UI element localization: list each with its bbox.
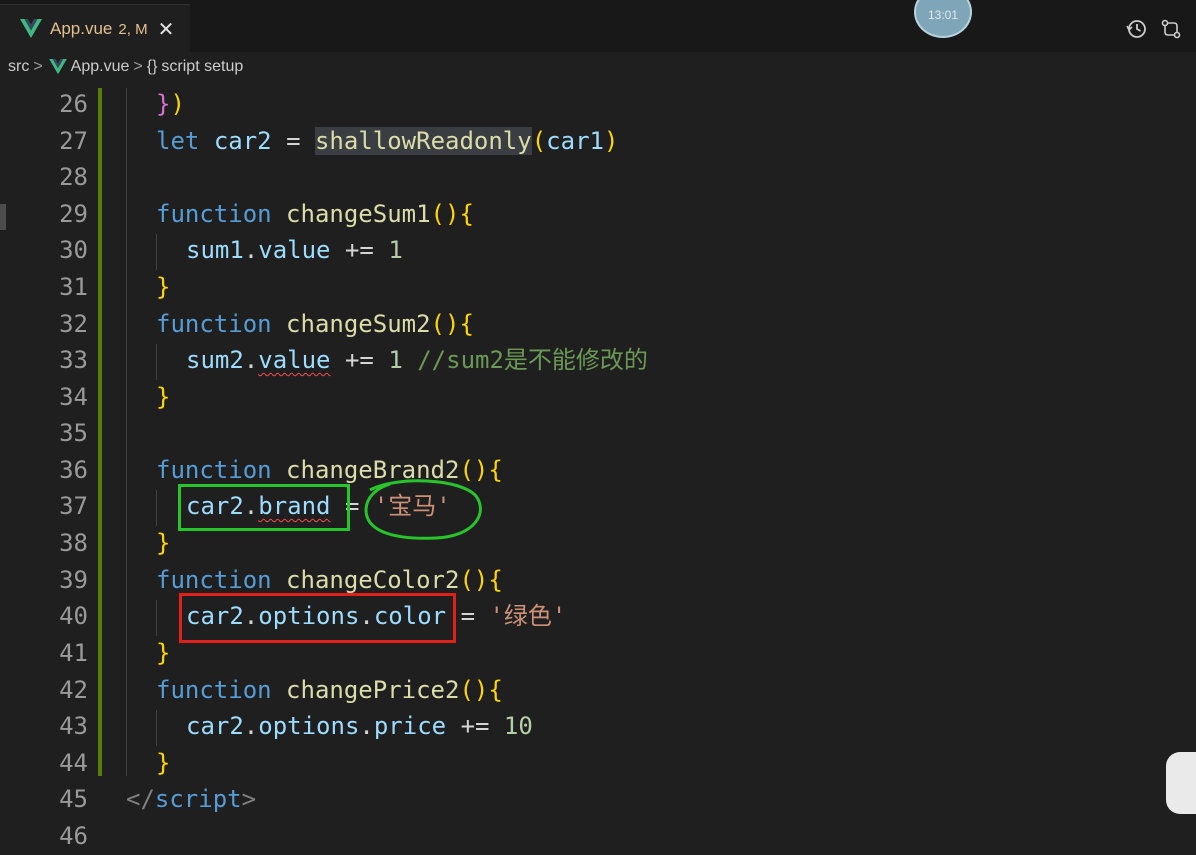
line-number: 40 (59, 602, 88, 630)
avatar-time: 13:01 (927, 8, 959, 22)
line-number: 26 (59, 90, 88, 118)
line-number: 35 (59, 419, 88, 447)
line-number: 34 (59, 383, 88, 411)
code-text: } (156, 749, 171, 777)
code-line: 43 car2.options.price += 10 (0, 708, 1196, 745)
line-number: 46 (59, 822, 88, 850)
code-line: 27 let car2 = shallowReadonly(car1) (0, 123, 1196, 160)
code-text: } (156, 529, 171, 557)
line-number: 43 (59, 712, 88, 740)
code-text: function changeColor2(){ (156, 566, 503, 594)
line-number: 29 (59, 200, 88, 228)
line-number: 41 (59, 639, 88, 667)
overlay-widget (1166, 752, 1196, 814)
code-line: 29 function changeSum1(){ (0, 196, 1196, 233)
code-text: car2.options.price += 10 (186, 712, 533, 740)
code-line: 30 sum1.value += 1 (0, 232, 1196, 269)
code-text: } (156, 639, 171, 667)
line-number: 28 (59, 163, 88, 191)
timeline-history-icon[interactable] (1126, 18, 1148, 40)
code-text: sum1.value += 1 (186, 236, 403, 264)
line-number: 31 (59, 273, 88, 301)
vue-logo-icon (48, 59, 67, 75)
code-editor[interactable]: 26 }) 27 let car2 = shallowReadonly(car1… (0, 82, 1196, 855)
tab-status: 2, M (118, 20, 148, 38)
tab-filename: App.vue (50, 19, 113, 38)
code-line: 26 }) (0, 86, 1196, 123)
line-number: 27 (59, 127, 88, 155)
code-line: 32 function changeSum2(){ (0, 306, 1196, 343)
line-number: 39 (59, 566, 88, 594)
code-line: 35 (0, 415, 1196, 452)
breadcrumb-file[interactable]: App.vue (71, 58, 130, 76)
code-line: 42 function changePrice2(){ (0, 672, 1196, 709)
breadcrumb-separator: > (33, 58, 43, 75)
line-number: 32 (59, 310, 88, 338)
code-line: 31 } (0, 269, 1196, 306)
close-icon[interactable]: ✕ (158, 17, 175, 42)
code-text: let car2 = shallowReadonly(car1) (156, 127, 619, 155)
line-number: 33 (59, 346, 88, 374)
code-text: function changeSum2(){ (156, 310, 474, 338)
tab-app-vue[interactable]: App.vue 2, M ✕ (0, 4, 190, 53)
breadcrumb: src > App.vue > {} script setup (0, 52, 1196, 82)
line-number: 45 (59, 785, 88, 813)
avatar: 13:01 (914, 0, 972, 38)
code-text: </script> (126, 785, 257, 813)
code-line: 28 (0, 159, 1196, 196)
code-text: function changePrice2(){ (156, 676, 503, 704)
breadcrumb-separator: > (133, 58, 143, 75)
source-control-compare-icon[interactable] (1160, 18, 1182, 40)
line-number: 44 (59, 749, 88, 777)
code-line: 45 </script> (0, 781, 1196, 818)
editor-tab-bar: App.vue 2, M ✕ 13:01 (0, 0, 1196, 53)
code-line: 34 } (0, 379, 1196, 416)
code-text: } (156, 383, 171, 411)
green-circle-annotation (364, 479, 482, 540)
line-number: 42 (59, 676, 88, 704)
breadcrumb-symbol[interactable]: script setup (161, 58, 243, 76)
code-line: 33 sum2.value += 1 //sum2是不能修改的 (0, 342, 1196, 379)
line-number: 37 (59, 492, 88, 520)
line-number: 38 (59, 529, 88, 557)
line-number: 30 (59, 236, 88, 264)
code-text: sum2.value += 1 //sum2是不能修改的 (186, 346, 648, 374)
braces-icon: {} (146, 58, 158, 75)
code-text: function changeSum1(){ (156, 200, 474, 228)
code-text: } (156, 273, 171, 301)
red-highlight-box (179, 593, 456, 643)
line-number: 36 (59, 456, 88, 484)
vue-logo-icon (20, 19, 42, 38)
breadcrumb-folder[interactable]: src (8, 58, 29, 76)
code-text: }) (156, 90, 185, 118)
code-line: 44 } (0, 745, 1196, 782)
code-line: 46 (0, 818, 1196, 855)
green-highlight-box (178, 484, 350, 531)
